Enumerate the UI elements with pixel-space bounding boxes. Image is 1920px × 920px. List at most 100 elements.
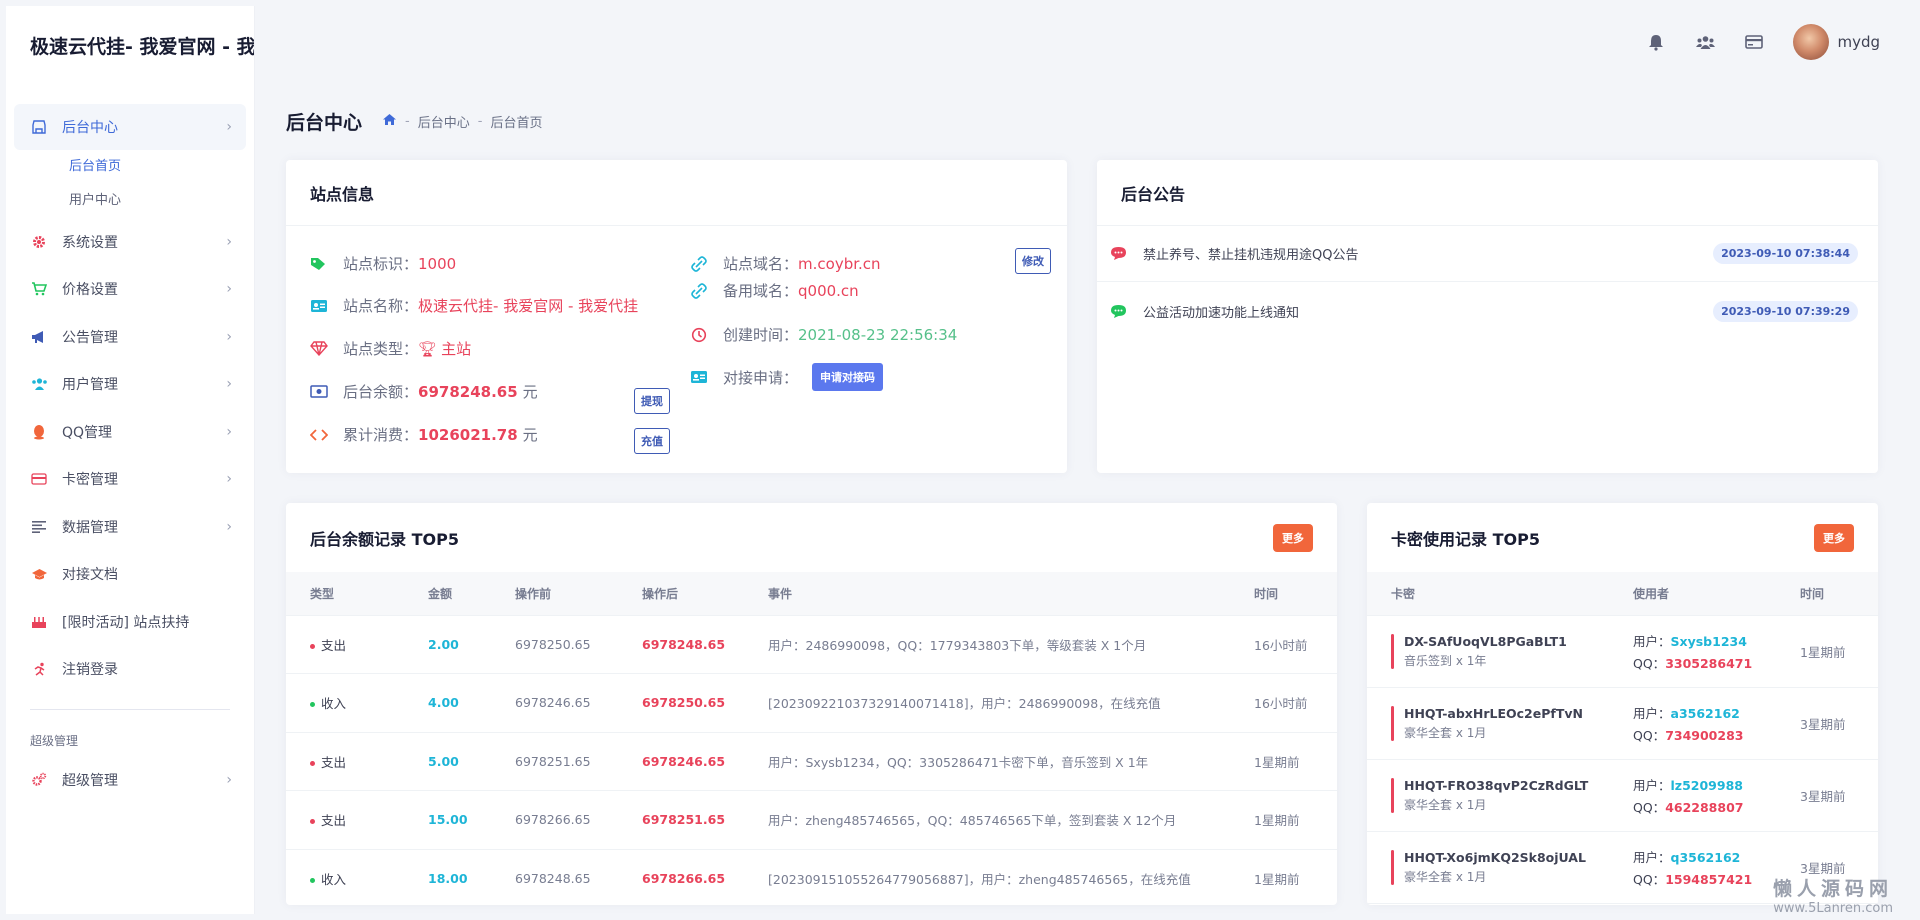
breadcrumb-item[interactable]: 后台中心	[418, 112, 470, 131]
event-cell: [20230915105526477905688​7]，用户：zheng4857…	[744, 849, 1230, 905]
column-header: 使用者	[1609, 572, 1776, 616]
sidebar-item-announcements[interactable]: 公告管理 ›	[14, 313, 246, 361]
withdraw-button[interactable]: 提现	[634, 388, 670, 414]
cogs-icon	[30, 771, 48, 789]
sidebar-item-dashboard[interactable]: 后台中心 ›	[14, 104, 246, 150]
avatar[interactable]	[1793, 24, 1830, 60]
time-cell: 16小时前	[1230, 615, 1337, 674]
type-cell: 收入	[321, 871, 347, 887]
notice-item[interactable]: 公益活动加速功能上线通知 2023-09-10 07:39:29	[1097, 283, 1878, 339]
sidebar-item-card-management[interactable]: 卡密管理 ›	[14, 456, 246, 504]
page-title: 后台中心	[286, 112, 363, 134]
gear-icon	[30, 233, 48, 251]
card-code: DX-SAfUoqVL8PGaBLT1	[1404, 633, 1567, 649]
after-cell: 6978251.65	[618, 790, 744, 850]
column-header: 卡密	[1367, 572, 1609, 616]
more-button[interactable]: 更多	[1273, 523, 1313, 552]
card-code: HHQT-Xo6jmKQ2Sk8ojUAL	[1404, 849, 1586, 865]
sidebar-item-data-management[interactable]: 数据管理 ›	[14, 503, 246, 551]
notice-time-badge: 2023-09-10 07:38:44	[1713, 243, 1858, 264]
code-icon	[310, 428, 328, 442]
row-accent-bar	[1391, 633, 1394, 669]
comment-icon	[1109, 246, 1127, 261]
id-card-icon	[690, 370, 708, 384]
sidebar-item-label: 数据管理	[62, 519, 118, 536]
sidebar-item-api-docs[interactable]: 对接文档	[14, 551, 246, 599]
sidebar: 极速云代挂- 我爱官网 - 我 后台中心 › 后台首页 用户中心 系统设置 › …	[6, 6, 255, 914]
sidebar-item-label: 后台中心	[62, 120, 118, 136]
qq-label: QQ：	[1633, 727, 1666, 743]
site-name-label: 站点名称：	[343, 297, 419, 315]
recharge-button[interactable]: 充值	[634, 428, 670, 454]
event-cell: [20230922103732914007141​8]，用户：248699009…	[744, 673, 1230, 733]
home-icon[interactable]	[382, 113, 397, 130]
card-desc: 豪华全套 x 1月	[1404, 869, 1487, 884]
user-value[interactable]: a3562162	[1671, 706, 1740, 721]
sidebar-item-qq-management[interactable]: QQ管理 ›	[14, 408, 246, 456]
apply-code-button[interactable]: 申请对接码	[812, 363, 884, 391]
more-button[interactable]: 更多	[1814, 523, 1854, 552]
sidebar-item-site-support[interactable]: [限时活动] 站点扶持	[14, 598, 246, 646]
sidebar-subitem-user-center[interactable]: 用户中心	[14, 184, 246, 218]
sidebar-divider	[30, 709, 230, 710]
after-cell: 6978266.65	[618, 849, 744, 905]
bell-icon[interactable]	[1645, 31, 1667, 53]
tag-icon	[310, 257, 328, 271]
column-header: 时间	[1230, 572, 1337, 616]
sidebar-item-user-management[interactable]: 用户管理 ›	[14, 361, 246, 409]
status-dot	[310, 819, 315, 825]
sidebar-subitem-home[interactable]: 后台首页	[14, 150, 246, 184]
card-desc: 音乐签到 x 1年	[1404, 653, 1487, 668]
site-name-row: 站点名称： 极速云代挂- 我爱官网 - 我爱代挂	[310, 295, 638, 316]
comment-icon	[1109, 304, 1127, 319]
card-code: HHQT-FRO38qvP2CzRdGLT	[1404, 777, 1589, 793]
trophy-icon: 🏆︎	[418, 339, 438, 358]
time-cell: 1星期前	[1230, 732, 1337, 791]
credit-card-icon[interactable]	[1743, 31, 1765, 53]
diamond-icon	[310, 341, 328, 356]
sidebar-item-price-settings[interactable]: 价格设置 ›	[14, 266, 246, 314]
domain-row: 站点域名： m.coybr.cn	[690, 253, 881, 274]
amount-cell: 15.00	[404, 790, 491, 850]
user-label: 用户：	[1633, 849, 1671, 865]
site-id-label: 站点标识：	[343, 255, 419, 273]
breadcrumb-separator: -	[405, 114, 410, 129]
table-row: 支出 2.00 6978250.65 6978248.65 用户：2486990…	[286, 615, 1337, 674]
card-desc: 豪华全套 x 1月	[1404, 797, 1487, 812]
status-dot	[310, 877, 315, 883]
site-id-value: 1000	[418, 254, 457, 273]
users-icon[interactable]	[1694, 31, 1716, 53]
spent-label: 累计消费：	[343, 426, 419, 444]
row-accent-bar	[1391, 849, 1394, 885]
card-title: 后台公告	[1121, 184, 1186, 204]
sidebar-item-system-settings[interactable]: 系统设置 ›	[14, 218, 246, 266]
sidebar-item-logout[interactable]: 注销登录	[14, 646, 246, 694]
watermark-url: www.5Lanren.com	[1773, 901, 1893, 916]
type-cell: 收入	[321, 696, 347, 712]
balance-row: 后台余额： 6978248.65 元	[310, 381, 538, 402]
edit-button[interactable]: 修改	[1015, 248, 1051, 274]
table-row: 支出 15.00 6978266.65 6978251.65 用户：zheng4…	[286, 790, 1337, 850]
after-cell: 6978246.65	[618, 732, 744, 791]
breadcrumb-item: 后台首页	[490, 116, 543, 131]
user-value[interactable]: Sxysb1234	[1671, 634, 1747, 649]
users-icon	[30, 375, 48, 393]
time-cell: 3星期前	[1776, 759, 1878, 832]
notices-card: 后台公告 禁止养号、禁止挂机违规用途QQ公告 2023-09-10 07:38:…	[1097, 160, 1878, 473]
sidebar-item-label: 超级管理	[62, 772, 118, 789]
type-cell: 支出	[321, 813, 347, 829]
notice-item[interactable]: 禁止养号、禁止挂机违规用途QQ公告 2023-09-10 07:38:44	[1097, 226, 1878, 282]
after-cell: 6978248.65	[618, 615, 744, 674]
status-dot	[310, 760, 315, 766]
created-row: 创建时间： 2021-08-23 22:56:34	[690, 324, 957, 345]
amount-cell: 18.00	[404, 849, 491, 905]
user-value[interactable]: q3562162	[1671, 850, 1741, 865]
sidebar-item-super-admin[interactable]: 超级管理 ›	[14, 756, 246, 804]
card-title: 站点信息	[310, 184, 375, 204]
site-type-value: 主站	[441, 340, 472, 358]
table-row: HHQT-FRO38qvP2CzRdGLT 豪华全套 x 1月 用户：lz5209…	[1367, 759, 1878, 832]
site-name-value: 极速云代挂- 我爱官网 - 我爱代挂	[418, 297, 639, 315]
site-type-label: 站点类型：	[343, 340, 419, 358]
user-value[interactable]: lz5209988	[1671, 778, 1743, 793]
username[interactable]: mydg	[1837, 33, 1880, 51]
